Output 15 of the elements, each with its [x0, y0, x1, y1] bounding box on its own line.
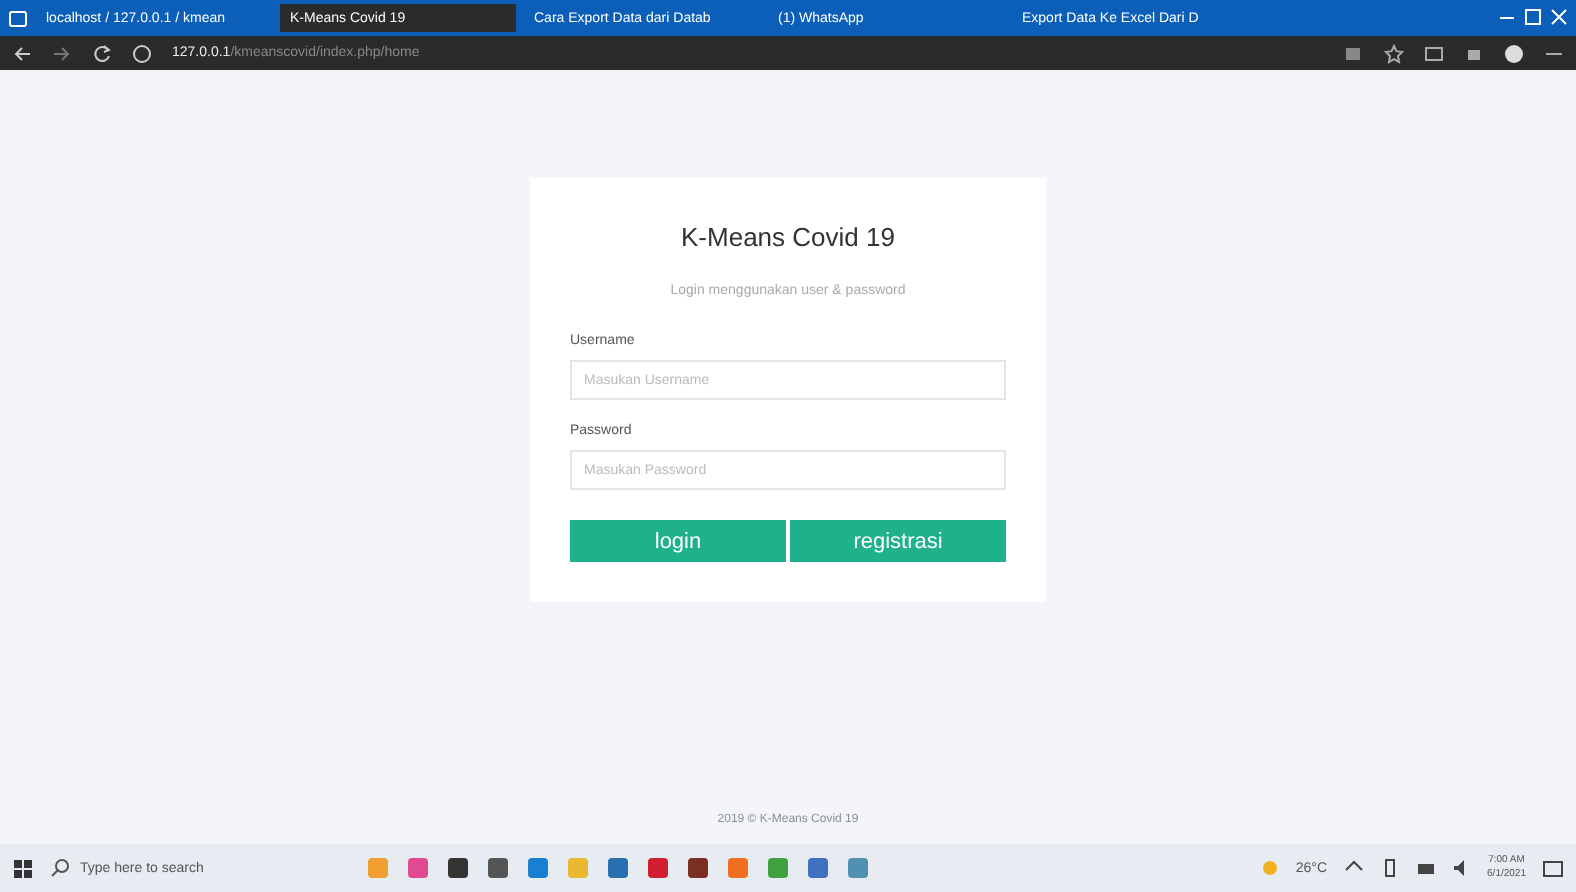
close-icon[interactable] [1550, 8, 1568, 28]
star-icon[interactable] [1384, 43, 1404, 63]
forward-icon[interactable] [52, 43, 72, 63]
app-icon[interactable] [806, 856, 830, 880]
app-icon[interactable] [686, 856, 710, 880]
window-icon[interactable] [8, 7, 28, 29]
battery-icon[interactable] [1379, 858, 1400, 878]
maximize-icon[interactable] [1524, 8, 1542, 28]
reload-icon[interactable] [92, 43, 112, 63]
app-icon[interactable] [646, 856, 670, 880]
profile-icon[interactable] [1504, 43, 1524, 63]
windows-icon[interactable] [12, 857, 34, 879]
search-icon[interactable] [50, 858, 70, 878]
login-title: K-Means Covid 19 [679, 222, 897, 252]
back-icon[interactable] [12, 43, 32, 63]
